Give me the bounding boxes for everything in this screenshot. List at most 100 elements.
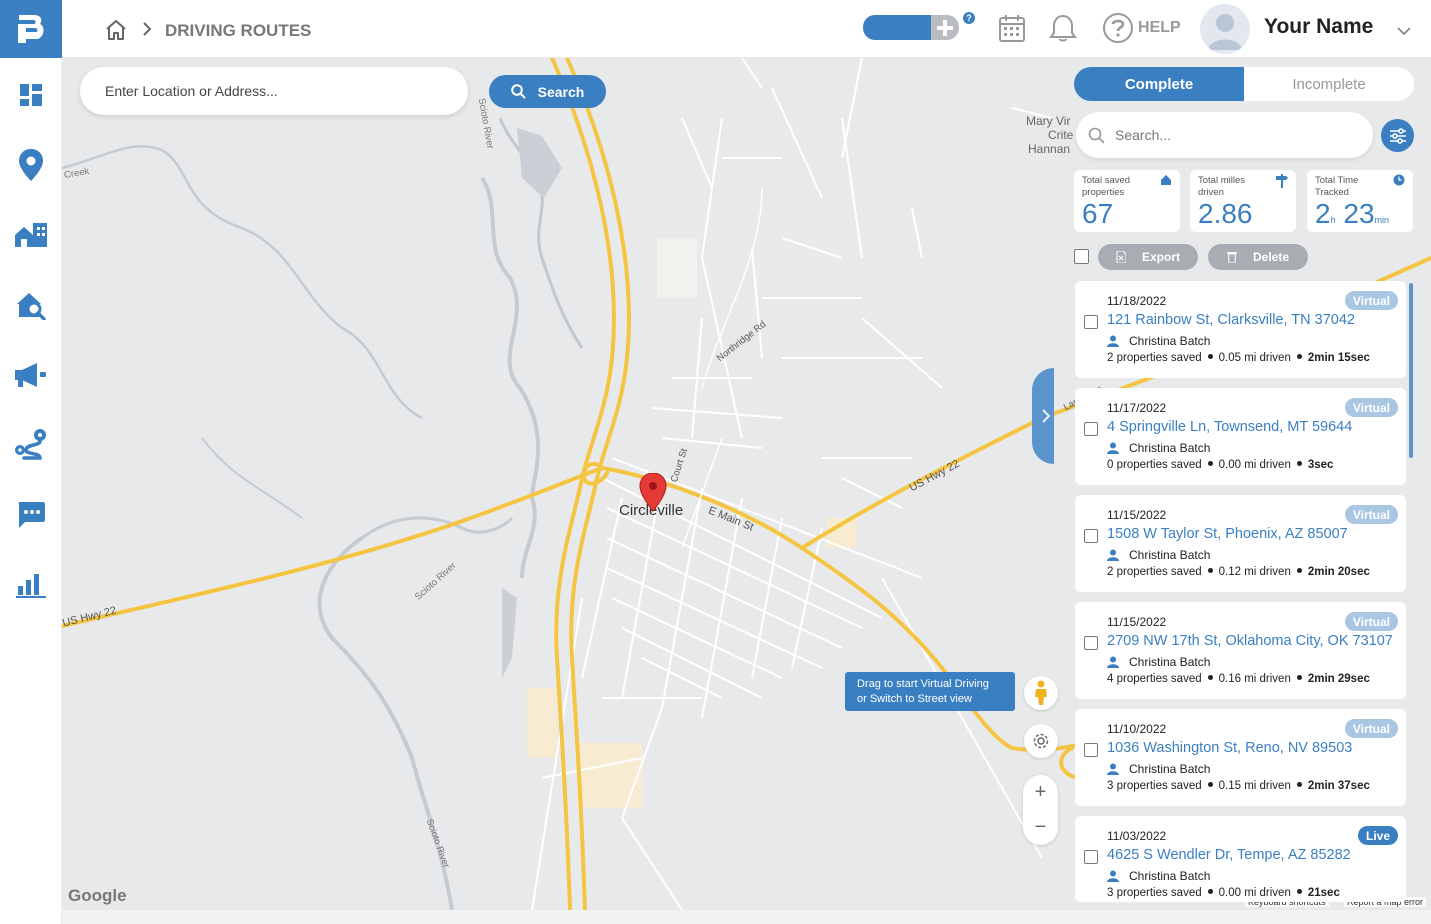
tab-incomplete[interactable]: Incomplete (1244, 67, 1414, 101)
export-button[interactable]: Export (1098, 244, 1198, 270)
route-miles: 0.00 mi driven (1218, 887, 1291, 899)
place-label: Mary Vir (1026, 114, 1071, 128)
search-button[interactable]: Search (489, 75, 606, 108)
map-settings-button[interactable] (1024, 724, 1058, 758)
avatar[interactable] (1200, 4, 1250, 54)
tooltip-line: Drag to start Virtual Driving (857, 678, 989, 690)
stat-value: 2h 23min (1315, 198, 1389, 230)
route-user-name: Christina Batch (1129, 334, 1211, 348)
separator-dot (1296, 354, 1302, 359)
route-properties: 0 properties saved (1107, 459, 1202, 471)
buildings-icon (15, 223, 47, 247)
sidebar-item-properties[interactable] (0, 210, 62, 260)
route-card[interactable]: 11/10/2022 1036 Washington St, Reno, NV 8… (1075, 709, 1406, 806)
route-date: 11/10/2022 (1107, 722, 1167, 736)
quick-add-toggle[interactable]: ? (863, 12, 975, 40)
route-card[interactable]: 11/18/2022 121 Rainbow St, Clarksville, T… (1075, 281, 1406, 378)
route-stats: 3 properties saved 0.00 mi driven 21sec (1107, 887, 1340, 899)
route-date: 11/15/2022 (1107, 508, 1167, 522)
delete-button[interactable]: Delete (1208, 244, 1308, 270)
route-address-link[interactable]: 4 Springville Ln, Townsend, MT 59644 (1107, 419, 1352, 435)
route-search-input[interactable] (1115, 127, 1355, 143)
route-type-badge: Virtual (1344, 398, 1398, 417)
route-user-name: Christina Batch (1129, 548, 1211, 562)
route-checkbox[interactable] (1084, 636, 1098, 650)
home-icon[interactable] (105, 19, 127, 46)
route-card[interactable]: 11/15/2022 1508 W Taylor St, Phoenix, AZ … (1075, 495, 1406, 592)
route-properties: 2 properties saved (1107, 352, 1202, 364)
pegman-button[interactable] (1024, 676, 1058, 710)
panel-collapse-handle[interactable] (1032, 368, 1054, 464)
stat-label: Total saved properties (1082, 175, 1131, 198)
route-duration: 2min 29sec (1307, 673, 1370, 685)
route-user: Christina Batch (1107, 334, 1210, 348)
help-badge[interactable]: ? (963, 12, 975, 24)
route-properties: 3 properties saved (1107, 780, 1202, 792)
sidebar-item-property-search[interactable] (0, 280, 62, 330)
filter-button[interactable] (1381, 119, 1414, 152)
route-checkbox[interactable] (1084, 422, 1098, 436)
route-user: Christina Batch (1107, 548, 1210, 562)
route-date: 11/18/2022 (1107, 294, 1167, 308)
route-card[interactable]: 11/03/2022 4625 S Wendler Dr, Tempe, AZ 8… (1075, 816, 1406, 902)
sidebar-item-driving-routes[interactable] (0, 420, 62, 470)
calendar-icon[interactable] (999, 14, 1025, 47)
bell-icon[interactable] (1048, 13, 1078, 48)
route-user: Christina Batch (1107, 762, 1210, 776)
zoom-in-button[interactable]: + (1023, 775, 1058, 810)
route-card[interactable]: 11/17/2022 4 Springville Ln, Townsend, MT… (1075, 388, 1406, 485)
route-checkbox[interactable] (1084, 529, 1098, 543)
sidebar-item-locations[interactable] (0, 140, 62, 190)
sidebar-item-reports[interactable] (0, 560, 62, 610)
separator-dot (1207, 889, 1213, 894)
help-button[interactable]: HELP (1102, 12, 1181, 44)
list-scrollbar[interactable] (1409, 283, 1413, 458)
chat-icon (18, 502, 45, 528)
separator-dot (1296, 782, 1302, 787)
user-icon (1107, 549, 1119, 561)
route-card[interactable]: 11/15/2022 2709 NW 17th St, Oklahoma City… (1075, 602, 1406, 699)
route-stats: 4 properties saved 0.16 mi driven 2min 29s… (1107, 673, 1370, 685)
route-checkbox[interactable] (1084, 743, 1098, 757)
route-stats: 0 properties saved 0.00 mi driven 3sec (1107, 459, 1333, 471)
route-checkbox[interactable] (1084, 850, 1098, 864)
location-pin-icon[interactable] (639, 472, 667, 518)
separator-dot (1296, 675, 1302, 680)
route-checkbox[interactable] (1084, 315, 1098, 329)
route-address-link[interactable]: 1036 Washington St, Reno, NV 89503 (1107, 740, 1352, 756)
stat-card-time-tracked: Total Time Tracked 2h 23min (1307, 170, 1413, 232)
separator-dot (1207, 568, 1213, 573)
route-duration: 2min 20sec (1307, 566, 1370, 578)
route-address-link[interactable]: 1508 W Taylor St, Phoenix, AZ 85007 (1107, 526, 1348, 542)
app-logo[interactable] (0, 0, 62, 58)
route-miles: 0.16 mi driven (1218, 673, 1291, 685)
route-address-link[interactable]: 2709 NW 17th St, Oklahoma City, OK 73107 (1107, 633, 1393, 649)
route-address-link[interactable]: 4625 S Wendler Dr, Tempe, AZ 85282 (1107, 847, 1351, 863)
route-properties: 2 properties saved (1107, 566, 1202, 578)
tab-complete[interactable]: Complete (1074, 67, 1244, 101)
zoom-control: + − (1023, 775, 1058, 845)
stat-value: 67 (1082, 198, 1114, 229)
user-name[interactable]: Your Name (1264, 15, 1373, 39)
signpost-icon (1276, 174, 1288, 188)
route-miles: 0.12 mi driven (1218, 566, 1291, 578)
route-user-name: Christina Batch (1129, 762, 1211, 776)
zoom-out-button[interactable]: − (1023, 810, 1058, 845)
sidebar-item-messages[interactable] (0, 490, 62, 540)
route-miles: 0.00 mi driven (1218, 459, 1291, 471)
select-all-checkbox[interactable] (1074, 249, 1089, 264)
location-search-input[interactable] (80, 67, 468, 115)
route-date: 11/15/2022 (1107, 615, 1167, 629)
sidebar-item-dashboard[interactable] (0, 70, 62, 120)
place-label: Crite (1048, 128, 1074, 142)
route-address-link[interactable]: 121 Rainbow St, Clarksville, TN 37042 (1107, 312, 1355, 328)
gear-icon (1033, 733, 1049, 749)
route-type-badge: Virtual (1344, 612, 1398, 631)
place-label: Hannan (1028, 142, 1071, 156)
tooltip-line: or Switch to Street view (857, 693, 972, 705)
search-icon (510, 84, 526, 99)
sidebar-item-marketing[interactable] (0, 350, 62, 400)
separator-dot (1296, 889, 1302, 894)
chevron-down-icon[interactable] (1397, 23, 1411, 41)
map-pin-icon (19, 149, 43, 181)
